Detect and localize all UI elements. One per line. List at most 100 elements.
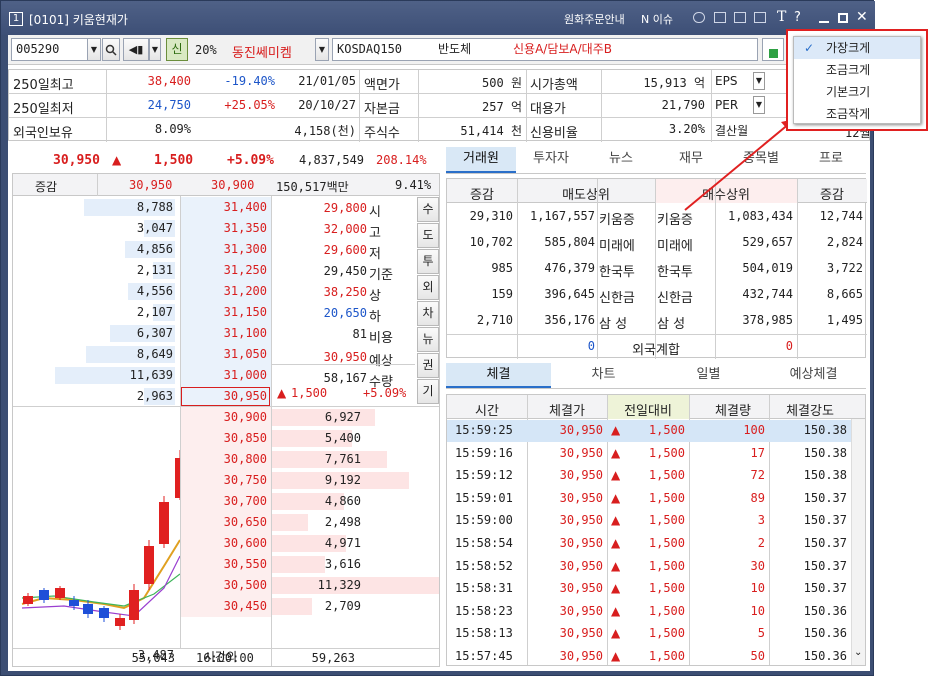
- up-arrow-icon: ▲: [611, 536, 621, 550]
- broker-sell-name[interactable]: 한국투: [599, 261, 635, 280]
- trade-tab[interactable]: 체결: [446, 363, 551, 388]
- bid-price[interactable]: 30,750: [183, 473, 267, 487]
- broker-sell-name[interactable]: 키움증: [599, 209, 635, 228]
- up-arrow-icon: ▲: [277, 386, 287, 400]
- name-dropdown-icon[interactable]: ▼: [315, 38, 329, 61]
- trade-time[interactable]: 15:59:01: [455, 491, 513, 505]
- side-tab[interactable]: 뉴: [417, 327, 439, 352]
- refresh-icon[interactable]: [693, 12, 705, 23]
- close-icon[interactable]: ✕: [856, 9, 868, 25]
- trade-time[interactable]: 15:58:54: [455, 536, 513, 550]
- stock-code-input[interactable]: 005290: [11, 38, 88, 61]
- bid-price[interactable]: 30,450: [183, 599, 267, 613]
- trade-time[interactable]: 15:58:23: [455, 604, 513, 618]
- bid-price[interactable]: 30,550: [183, 557, 267, 571]
- font-menu-item-3[interactable]: 조금작게: [794, 103, 920, 125]
- trade-time[interactable]: 15:59:00: [455, 513, 513, 527]
- broker-header: 증감: [820, 188, 844, 203]
- broker-buy-name[interactable]: 삼 성: [657, 313, 685, 332]
- speaker-icon[interactable]: ◀▮: [123, 38, 149, 61]
- trade-tab[interactable]: 예상체결: [761, 363, 866, 388]
- stat-label: 하: [369, 310, 381, 325]
- trade-time[interactable]: 15:59:16: [455, 446, 513, 460]
- side-tab[interactable]: 외: [417, 275, 439, 300]
- candle-body: [55, 588, 65, 598]
- trade-tab[interactable]: 차트: [551, 363, 656, 388]
- trade-tab[interactable]: 일별: [656, 363, 761, 388]
- ask-price[interactable]: 31,100: [183, 326, 267, 340]
- ask-price[interactable]: 31,050: [183, 347, 267, 361]
- stat-value: 29,450: [323, 264, 367, 278]
- side-tab[interactable]: 기: [417, 379, 439, 404]
- ask-price[interactable]: 31,400: [183, 200, 267, 214]
- trade-time[interactable]: 15:59:12: [455, 468, 513, 482]
- font-menu-item-1[interactable]: 조금크게: [794, 59, 920, 81]
- trade-time[interactable]: 15:58:31: [455, 581, 513, 595]
- trade-time[interactable]: 15:58:13: [455, 626, 513, 640]
- info-value: 38,400: [147, 74, 191, 88]
- bid-price[interactable]: 30,850: [183, 431, 267, 445]
- trade-time[interactable]: 15:59:25: [455, 423, 513, 437]
- broker-table: 증감 매도상위 매수상위 증감 29,310 1,167,557 키움증 키움증 1,083,4…: [446, 178, 867, 359]
- ask-price[interactable]: 31,150: [183, 305, 267, 319]
- ask-price[interactable]: 31,000: [183, 368, 267, 382]
- right-tab[interactable]: 재무: [656, 147, 726, 173]
- dropdown-icon[interactable]: ▼: [87, 38, 101, 61]
- right-tab[interactable]: 뉴스: [586, 147, 656, 173]
- speaker-dropdown-icon[interactable]: ▼: [149, 38, 161, 61]
- window-icon[interactable]: [734, 12, 746, 23]
- ask-price[interactable]: 31,300: [183, 242, 267, 256]
- right-tab[interactable]: 거래원: [446, 147, 516, 173]
- bid-price[interactable]: 30,800: [183, 452, 267, 466]
- trade-qty: 50: [750, 649, 765, 663]
- minimize-icon[interactable]: [819, 21, 829, 23]
- font-size-icon[interactable]: T: [777, 9, 786, 25]
- credit-badge[interactable]: 신: [166, 38, 188, 61]
- bid-price[interactable]: 30,500: [183, 578, 267, 592]
- scroll-down-icon[interactable]: ⌄: [854, 647, 862, 658]
- broker-change: 159: [491, 287, 513, 301]
- bid-price[interactable]: 30,700: [183, 494, 267, 508]
- right-tab[interactable]: 종목별: [726, 147, 796, 173]
- broker-buy-name[interactable]: 키움증: [657, 209, 693, 228]
- chart-toggle-icon[interactable]: [762, 38, 784, 61]
- ask-price[interactable]: 31,200: [183, 284, 267, 298]
- link-icon[interactable]: [714, 12, 726, 23]
- side-tab[interactable]: 투: [417, 249, 439, 274]
- info-dropdown-icon[interactable]: ▼: [753, 96, 765, 114]
- scrollbar[interactable]: [851, 419, 865, 665]
- font-menu-item-0[interactable]: ✓ 가장크게: [794, 37, 920, 59]
- broker-sell-name[interactable]: 미래에: [599, 235, 635, 254]
- font-menu-item-2[interactable]: 기본크기: [794, 81, 920, 103]
- ask-price[interactable]: 31,350: [183, 221, 267, 235]
- side-tab[interactable]: 도: [417, 223, 439, 248]
- trade-strength: 150.37: [803, 490, 847, 505]
- trade-price: 30,950: [559, 423, 603, 437]
- maximize-icon[interactable]: [838, 13, 848, 23]
- broker-buy-name[interactable]: 신한금: [657, 287, 693, 306]
- broker-sell-name[interactable]: 신한금: [599, 287, 635, 306]
- right-tab[interactable]: 프로: [796, 147, 866, 173]
- side-tab[interactable]: 차: [417, 301, 439, 326]
- trade-qty: 17: [750, 445, 765, 460]
- broker-buy-name[interactable]: 미래에: [657, 235, 693, 254]
- bid-price[interactable]: 30,900: [183, 410, 267, 424]
- side-tab[interactable]: 권: [417, 353, 439, 378]
- print-icon[interactable]: [754, 12, 766, 23]
- info-dropdown-icon[interactable]: ▼: [753, 72, 765, 90]
- ask-price[interactable]: 31,250: [183, 263, 267, 277]
- broker-buy-name[interactable]: 한국투: [657, 261, 693, 280]
- issue-link[interactable]: N 이슈: [641, 11, 673, 27]
- broker-sell-name[interactable]: 삼 성: [599, 313, 627, 332]
- help-icon[interactable]: ?: [794, 10, 801, 25]
- search-icon[interactable]: [102, 38, 120, 61]
- trade-time[interactable]: 15:58:52: [455, 559, 513, 573]
- bid-price[interactable]: 30,650: [183, 515, 267, 529]
- broker-buy-qty: 1,083,434: [727, 209, 793, 223]
- bid-price[interactable]: 30,600: [183, 536, 267, 550]
- right-tab[interactable]: 투자자: [516, 147, 586, 173]
- side-tab[interactable]: 수: [417, 197, 439, 222]
- trade-time[interactable]: 15:57:45: [455, 649, 513, 663]
- divider: [655, 179, 656, 359]
- order-guide-link[interactable]: 원화주문안내: [564, 11, 625, 27]
